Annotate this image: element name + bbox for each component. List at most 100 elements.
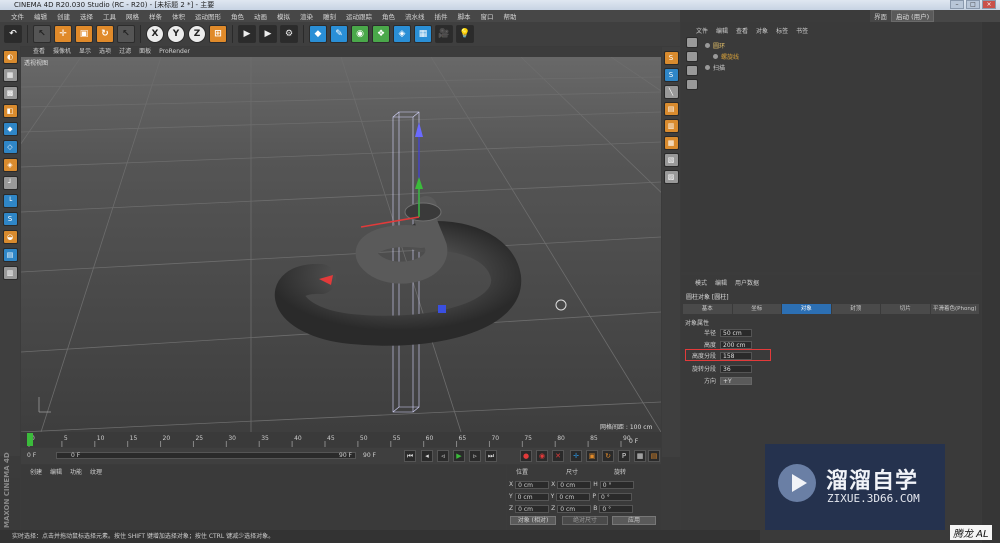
object-name[interactable]: 扫描 <box>713 63 725 72</box>
snap-settings-icon[interactable]: S <box>663 68 679 82</box>
tab-caps[interactable]: 封顶 <box>831 304 880 314</box>
object-visibility-icon[interactable] <box>705 43 710 48</box>
om-menu-objects[interactable]: 对象 <box>756 27 768 37</box>
menu-simulate[interactable]: 模拟 <box>272 11 295 21</box>
minimize-button[interactable]: – <box>950 0 964 9</box>
object-row-helix[interactable]: 螺旋线 <box>713 52 739 61</box>
position-y-input[interactable]: 0 cm <box>514 492 549 501</box>
menu-sculpt[interactable]: 雕刻 <box>318 11 341 21</box>
dynamic-guide-icon[interactable]: ▧ <box>663 153 679 167</box>
menu-help[interactable]: 帮助 <box>499 11 522 21</box>
make-editable-icon[interactable]: ◐ <box>2 50 18 64</box>
select-arrow-icon[interactable]: ↖ <box>33 25 51 43</box>
pen-spline-icon[interactable]: ✎ <box>330 25 348 43</box>
rotation-p-input[interactable]: 0 ° <box>597 492 632 501</box>
undo-icon[interactable]: ↶ <box>4 25 22 43</box>
cube-icon[interactable]: ◆ <box>309 25 327 43</box>
goto-end-icon[interactable]: ⏭ <box>485 450 497 462</box>
quantize-icon[interactable]: ▤ <box>663 102 679 116</box>
tab-object[interactable]: 对象 <box>782 304 831 314</box>
menu-animate[interactable]: 动画 <box>249 11 272 21</box>
scale-icon[interactable]: ▣ <box>75 25 93 43</box>
object-name[interactable]: 螺旋线 <box>721 52 739 61</box>
viewport-menu-options[interactable]: 选项 <box>99 47 111 57</box>
menu-window[interactable]: 窗口 <box>476 11 499 21</box>
prev-frame-icon[interactable]: ◃ <box>437 450 449 462</box>
render-settings-icon[interactable]: ⚙ <box>280 25 298 43</box>
polygons-mode-icon[interactable]: ◈ <box>2 158 18 172</box>
pin-icon[interactable]: ╲ <box>663 85 679 99</box>
object-row-sweep[interactable]: 扫描 <box>705 63 725 72</box>
position-x-input[interactable]: 0 cm <box>515 480 550 489</box>
viewport-menu-view[interactable]: 查看 <box>33 47 45 57</box>
timeline-ruler[interactable]: 0510152025303540455055606570758085900 F <box>21 432 661 447</box>
om-search-icon[interactable] <box>686 51 698 62</box>
texture-icon[interactable]: ▩ <box>2 86 18 100</box>
perspective-viewport[interactable] <box>21 47 661 432</box>
attr-menu-mode[interactable]: 模式 <box>695 278 707 287</box>
lock-workplane-icon[interactable]: ◒ <box>2 230 18 244</box>
x-axis-icon[interactable]: X <box>146 25 164 43</box>
mat-menu-create[interactable]: 创建 <box>30 467 42 476</box>
lock-icon[interactable]: ▨ <box>663 170 679 184</box>
om-layer-icon[interactable] <box>686 65 698 76</box>
menu-pipeline[interactable]: 流水线 <box>400 11 430 21</box>
menu-plugins[interactable]: 插件 <box>430 11 453 21</box>
goto-start-icon[interactable]: ⏮ <box>404 450 416 462</box>
om-filter-icon[interactable] <box>686 37 698 48</box>
range-slider[interactable] <box>56 452 356 459</box>
start-frame-field[interactable]: 0 F <box>27 452 36 459</box>
attr-menu-edit[interactable]: 编辑 <box>715 278 727 287</box>
menu-motion-tracking[interactable]: 运动跟踪 <box>341 11 377 21</box>
size-mode-select[interactable]: 绝对尺寸 <box>562 516 608 525</box>
move-icon[interactable]: ✛ <box>54 25 72 43</box>
menu-script[interactable]: 脚本 <box>453 11 476 21</box>
y-axis-icon[interactable]: Y <box>167 25 185 43</box>
key-scale-icon[interactable]: ▣ <box>586 450 598 462</box>
workplane-icon[interactable]: └ <box>2 194 18 208</box>
keyframe-selection-icon[interactable]: ✕ <box>552 450 564 462</box>
menu-spline[interactable]: 样条 <box>144 11 167 21</box>
viewport-menu-filter[interactable]: 过滤 <box>119 47 131 57</box>
height-input[interactable]: 200 cm <box>720 340 752 349</box>
object-name[interactable]: 圆环 <box>713 41 725 50</box>
object-row-torus[interactable]: 圆环 <box>705 41 725 50</box>
om-menu-view[interactable]: 查看 <box>736 27 748 37</box>
om-menu-edit[interactable]: 编辑 <box>716 27 728 37</box>
menu-file[interactable]: 文件 <box>6 11 29 21</box>
viewport-menu-display[interactable]: 显示 <box>79 47 91 57</box>
om-menu-tags[interactable]: 标签 <box>776 27 788 37</box>
menu-character[interactable]: 角色 <box>226 11 249 21</box>
radius-input[interactable]: 50 cm <box>720 328 752 337</box>
object-visibility-icon[interactable] <box>713 54 718 59</box>
workplane-snap-icon[interactable]: ▦ <box>663 136 679 150</box>
coordinate-system-icon[interactable]: ⊞ <box>209 25 227 43</box>
axis-mode-icon[interactable]: ┘ <box>2 176 18 190</box>
menu-volume[interactable]: 体积 <box>167 11 190 21</box>
camera-icon[interactable]: 🎥 <box>435 25 453 43</box>
tab-basic[interactable]: 基本 <box>683 304 732 314</box>
orientation-select[interactable]: +Y <box>720 376 752 385</box>
menu-edit[interactable]: 编辑 <box>29 11 52 21</box>
menu-mesh[interactable]: 网格 <box>121 11 144 21</box>
menu-mograph[interactable]: 运动图形 <box>190 11 226 21</box>
apply-button[interactable]: 应用 <box>612 516 656 525</box>
layout-select[interactable]: 启动 (用户) <box>891 10 935 22</box>
render-picture-viewer-icon[interactable]: ▶ <box>259 25 277 43</box>
rotation-h-input[interactable]: 0 ° <box>599 480 634 489</box>
key-pla-icon[interactable]: ▦ <box>634 450 646 462</box>
tab-coord[interactable]: 坐标 <box>732 304 781 314</box>
menu-create[interactable]: 创建 <box>52 11 75 21</box>
om-menu-file[interactable]: 文件 <box>696 27 708 37</box>
coord-mode-select[interactable]: 对象 (相对) <box>510 516 556 525</box>
timeline-playhead[interactable] <box>27 433 33 446</box>
light-icon[interactable]: 💡 <box>456 25 474 43</box>
array-icon[interactable]: ❖ <box>372 25 390 43</box>
maximize-button[interactable]: □ <box>966 0 980 9</box>
rotation-b-input[interactable]: 0 ° <box>599 504 634 513</box>
texture-mode-icon[interactable]: ◧ <box>2 104 18 118</box>
tab-slice[interactable]: 切片 <box>881 304 930 314</box>
record-icon[interactable]: ● <box>520 450 532 462</box>
viewport-menu-panel[interactable]: 面板 <box>139 47 151 57</box>
next-frame-icon[interactable]: ▹ <box>469 450 481 462</box>
